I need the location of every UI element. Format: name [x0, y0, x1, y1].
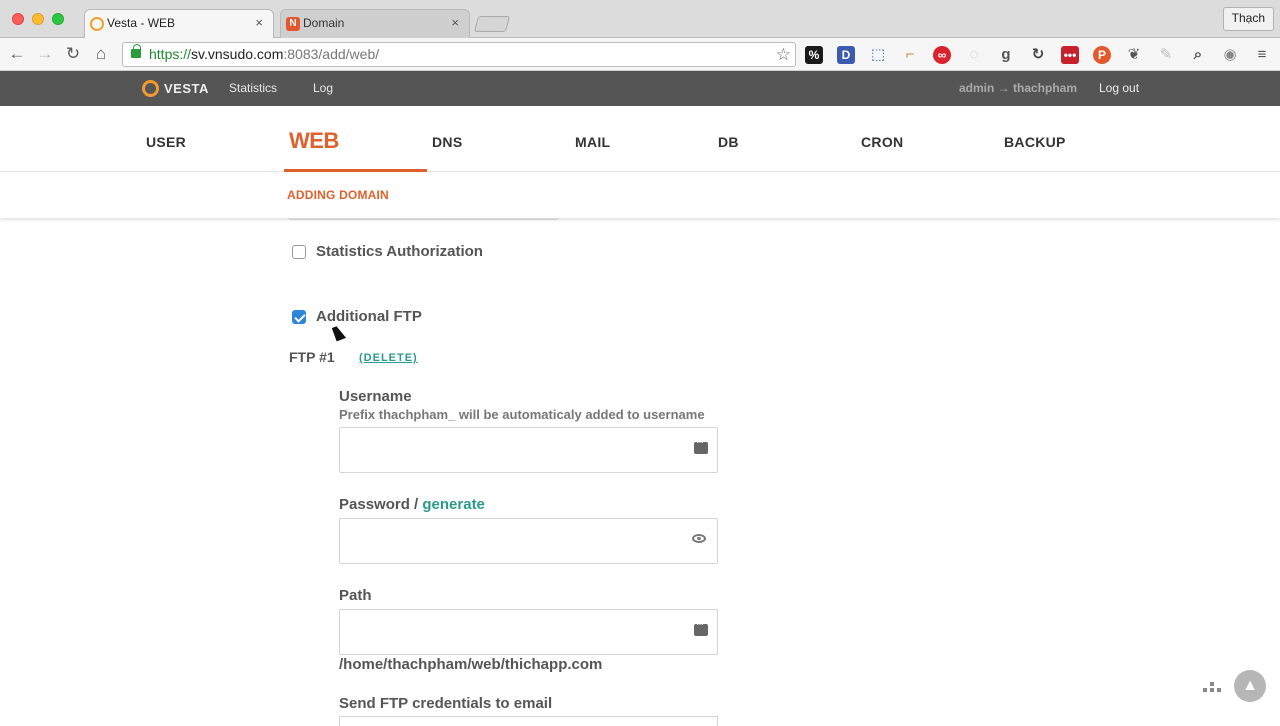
password-label: Password / generate: [339, 496, 485, 513]
topnav-log[interactable]: Log: [313, 81, 333, 95]
ruler-icon[interactable]: ⌐: [901, 46, 919, 64]
sub-header: ADDING DOMAIN: [0, 172, 1280, 218]
percent-icon[interactable]: %: [805, 46, 823, 64]
vesta-topbar: VESTA Statistics Log admin → thachpham L…: [0, 71, 1280, 106]
home-icon[interactable]: ⌂: [91, 44, 111, 64]
send-email-input[interactable]: [339, 716, 718, 726]
ftp-path-input[interactable]: [339, 609, 718, 655]
path-base-directory: /home/thachpham/web/thichapp.com: [339, 656, 603, 673]
generate-password-link[interactable]: generate: [422, 496, 485, 513]
vesta-logo-icon: [142, 80, 159, 97]
username-label: Username: [339, 388, 412, 405]
url-host: sv.vnsudo.com: [191, 46, 284, 62]
logout-link[interactable]: Log out: [1099, 81, 1139, 95]
creative-cloud-icon[interactable]: ∞: [933, 46, 951, 64]
domain-favicon-icon: N: [286, 17, 300, 31]
additional-ftp-checkbox[interactable]: [292, 310, 306, 324]
statistics-authorization-label[interactable]: Statistics Authorization: [316, 243, 483, 260]
tab-close-icon[interactable]: ×: [451, 15, 459, 30]
send-email-label: Send FTP credentials to email: [339, 695, 553, 712]
scroll-to-top-button[interactable]: ▲: [1234, 670, 1266, 702]
window-minimize-button[interactable]: [32, 13, 44, 25]
username-field-icon: [694, 437, 708, 454]
ftp-section-title: FTP #1: [289, 349, 335, 365]
bookmark-star-icon[interactable]: ☆: [776, 43, 791, 66]
path-field-icon: [694, 619, 708, 636]
tab-close-icon[interactable]: ×: [255, 15, 263, 30]
mainnav-user[interactable]: USER: [146, 134, 186, 150]
browser-tab-vesta[interactable]: Vesta - WEB ×: [84, 9, 274, 38]
mouse-cursor-icon: [331, 324, 347, 342]
d-icon[interactable]: D: [837, 46, 855, 64]
drag-dots-icon[interactable]: [1203, 682, 1221, 694]
username-hint: Prefix thachpham_ will be automaticaly a…: [339, 407, 705, 422]
producthunt-icon[interactable]: P: [1093, 46, 1111, 64]
show-password-eye-icon[interactable]: [692, 534, 706, 543]
page-title: ADDING DOMAIN: [287, 188, 389, 202]
camera-icon[interactable]: ◉: [1221, 46, 1239, 64]
screen-capture-icon[interactable]: ⬚: [869, 46, 887, 64]
address-bar[interactable]: https://sv.vnsudo.com:8083/add/web/ ☆: [122, 42, 796, 67]
browser-tab-domain[interactable]: N Domain ×: [280, 9, 470, 38]
mainnav-web[interactable]: WEB: [289, 128, 339, 154]
url-scheme: https://: [149, 46, 192, 62]
logo-text: VESTA: [164, 81, 209, 96]
back-arrow-icon[interactable]: ←: [7, 44, 27, 64]
window-zoom-button[interactable]: [52, 13, 64, 25]
mainnav-cron[interactable]: CRON: [861, 134, 903, 150]
ftp-username-input[interactable]: [339, 427, 718, 473]
evernote-icon[interactable]: ❦: [1125, 46, 1143, 64]
ftp-delete-link[interactable]: (DELETE): [359, 352, 418, 364]
ftp-password-input[interactable]: [339, 518, 718, 564]
pin-icon[interactable]: ✎: [1157, 46, 1175, 64]
lock-icon: [131, 44, 141, 58]
profile-button[interactable]: Thạch: [1222, 7, 1274, 31]
additional-ftp-label[interactable]: Additional FTP: [316, 308, 422, 325]
window-close-button[interactable]: [12, 13, 24, 25]
circle-icon[interactable]: ◌: [965, 46, 983, 64]
mainnav-backup[interactable]: BACKUP: [1004, 134, 1066, 150]
reload-icon[interactable]: ↻: [63, 44, 83, 64]
mainnav-dns[interactable]: DNS: [432, 134, 462, 150]
current-user[interactable]: admin → thachpham: [959, 81, 1077, 95]
menu-icon[interactable]: ≡: [1253, 46, 1271, 64]
path-label: Path: [339, 587, 372, 604]
tab-title: Domain: [303, 16, 345, 30]
lastpass-icon[interactable]: •••: [1061, 46, 1079, 64]
browser-toolbar: ← → ↻ ⌂ https://sv.vnsudo.com:8083/add/w…: [0, 38, 1280, 71]
statistics-authorization-checkbox[interactable]: [292, 245, 306, 259]
password-label-text: Password /: [339, 496, 423, 513]
url-path: :8083/add/web/: [283, 46, 380, 62]
mainnav-mail[interactable]: MAIL: [575, 134, 610, 150]
forward-arrow-icon[interactable]: →: [35, 44, 55, 64]
main-nav: USER WEB DNS MAIL DB CRON BACKUP: [0, 106, 1280, 172]
topnav-statistics[interactable]: Statistics: [229, 81, 277, 95]
search-page-icon[interactable]: ⌕: [1189, 46, 1207, 64]
vesta-logo[interactable]: VESTA: [142, 80, 209, 98]
g-icon[interactable]: g: [997, 46, 1015, 64]
mainnav-db[interactable]: DB: [718, 134, 739, 150]
vesta-favicon-icon: [90, 17, 104, 31]
sync-icon[interactable]: ↻: [1029, 46, 1047, 64]
browser-tab-strip: Vesta - WEB × N Domain × Thạch: [0, 0, 1280, 38]
tab-title: Vesta - WEB: [107, 16, 176, 30]
new-tab-button[interactable]: [473, 16, 511, 32]
